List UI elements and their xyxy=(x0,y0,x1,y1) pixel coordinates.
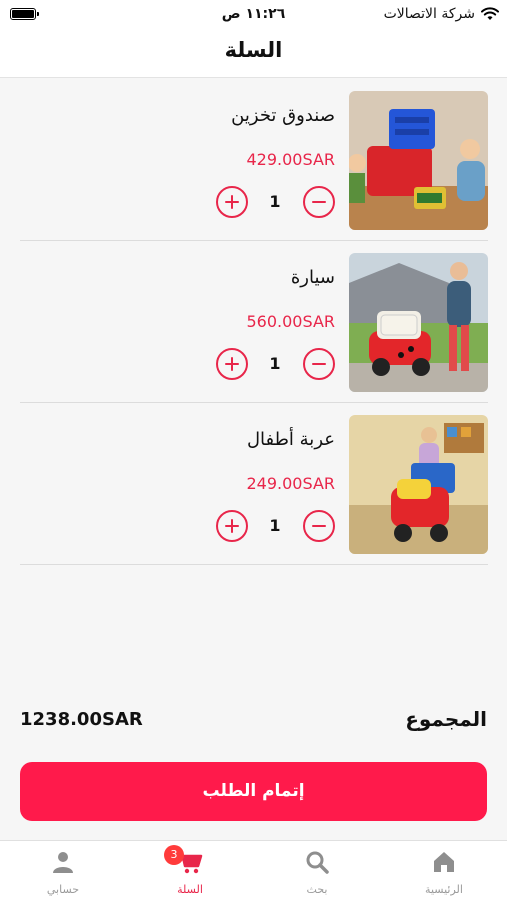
tab-cart[interactable]: السلة xyxy=(127,841,253,900)
quantity-value: 1 xyxy=(269,354,281,373)
product-name: سيارة xyxy=(290,267,335,288)
quantity-value: 1 xyxy=(269,192,281,211)
increase-quantity-button[interactable] xyxy=(216,186,248,218)
tab-bar: الرئيسية بحث السلة حسابي xyxy=(0,840,507,900)
total-value: 1238.00SAR xyxy=(20,709,143,730)
increase-quantity-button[interactable] xyxy=(216,510,248,542)
tab-label: بحث xyxy=(306,883,328,896)
decrease-quantity-button[interactable] xyxy=(303,348,335,380)
product-price: 560.00SAR xyxy=(246,312,336,331)
decrease-quantity-button[interactable] xyxy=(303,186,335,218)
tab-label: الرئيسية xyxy=(425,883,463,896)
product-name: صندوق تخزين xyxy=(231,105,335,126)
home-icon xyxy=(434,852,454,872)
tab-label: حسابي xyxy=(46,883,80,896)
carrier-info: شركة الاتصالات xyxy=(384,6,499,22)
increase-quantity-button[interactable] xyxy=(216,348,248,380)
total-label: المجموع xyxy=(405,707,487,731)
tab-account[interactable]: حسابي xyxy=(0,841,126,900)
quantity-stepper: 1 xyxy=(216,510,335,544)
tab-home[interactable]: الرئيسية xyxy=(381,841,507,900)
product-image-storage-box[interactable] xyxy=(349,91,488,230)
total-row: المجموع 1238.00SAR xyxy=(20,705,487,735)
quantity-stepper: 1 xyxy=(216,348,335,382)
tab-search[interactable]: بحث xyxy=(254,841,380,900)
person-icon xyxy=(53,852,73,873)
decrease-quantity-button[interactable] xyxy=(303,510,335,542)
cart-count-badge: 3 xyxy=(164,845,184,865)
checkout-button[interactable]: إتمام الطلب xyxy=(20,762,487,821)
product-image-stroller[interactable] xyxy=(349,415,488,554)
product-price: 249.00SAR xyxy=(246,474,336,493)
tab-label: السلة xyxy=(177,883,203,896)
product-name: عربة أطفال xyxy=(246,429,335,450)
cart-item: صندوق تخزين 429.00SAR 1 xyxy=(20,79,488,241)
status-bar: ١١:٢٦ ص شركة الاتصالات xyxy=(0,0,507,30)
product-image-car[interactable] xyxy=(349,253,488,392)
search-icon xyxy=(306,851,329,874)
cart-item: عربة أطفال 249.00SAR 1 xyxy=(20,403,488,565)
carrier-name: شركة الاتصالات xyxy=(383,6,475,22)
quantity-value: 1 xyxy=(269,516,281,535)
wifi-icon xyxy=(481,7,499,20)
page-title: السلة xyxy=(224,38,283,62)
cart-item: سيارة 560.00SAR 1 xyxy=(20,241,488,403)
quantity-stepper: 1 xyxy=(216,186,335,220)
product-price: 429.00SAR xyxy=(246,150,336,169)
nav-bar: السلة xyxy=(0,30,507,78)
